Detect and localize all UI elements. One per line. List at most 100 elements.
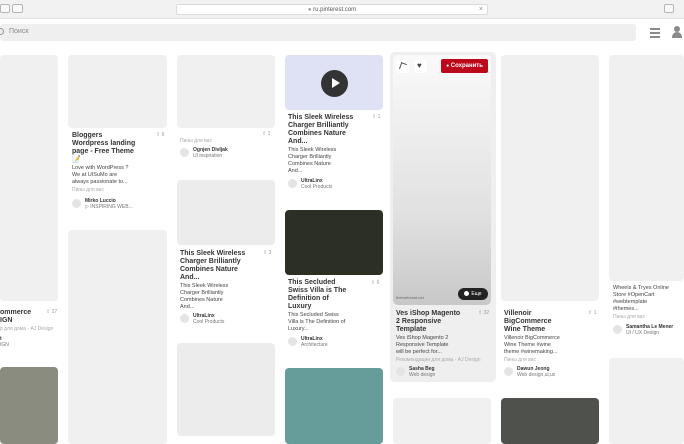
pin-title-line[interactable]: And... — [288, 138, 307, 146]
play-icon[interactable] — [321, 70, 348, 97]
pin-description-line: will be perfect for... — [396, 349, 442, 355]
pin-title-line[interactable]: IGN — [0, 317, 12, 325]
pin-count: ⇧ 6 — [371, 280, 380, 286]
pin-image[interactable] — [393, 398, 491, 444]
pin-title-line[interactable]: Definition of — [288, 295, 329, 303]
pin-description: Love with WordPress ? — [72, 165, 129, 171]
pin-board[interactable]: Web design — [409, 372, 435, 378]
pin-board[interactable]: ▷ INSPIRING WEB... — [85, 204, 133, 210]
pin-board[interactable]: Architecture — [301, 342, 328, 348]
pin-title-line[interactable]: And... — [180, 274, 199, 282]
tabs-icon[interactable] — [664, 4, 674, 13]
avatar[interactable] — [613, 325, 622, 334]
avatar[interactable] — [396, 367, 405, 376]
pin-meta: Пины для вас — [180, 138, 212, 144]
pin-description: Wheels & Tryes Online — [613, 285, 669, 291]
pin-board[interactable]: Web design,ui,ux — [517, 372, 555, 378]
pin-meta: Рекомендации для дома - AJ Design — [396, 357, 481, 363]
avatar[interactable] — [288, 179, 297, 188]
pin-title-line[interactable]: Swiss Villa is The — [288, 287, 346, 295]
pin-description-line: We at UISuMo are — [72, 172, 118, 178]
pin-image[interactable] — [609, 358, 684, 444]
pin-title-line[interactable]: Wine Theme — [504, 326, 545, 334]
avatar[interactable] — [72, 199, 81, 208]
heart-icon[interactable] — [414, 60, 427, 73]
pin-title-line[interactable]: Combines Nature — [180, 266, 238, 274]
search-placeholder: Поиск — [9, 28, 29, 35]
pin-image[interactable] — [393, 55, 491, 305]
pin-description-line: #webtemplate — [613, 299, 648, 305]
pin-description-line: Charger Brilliantly — [288, 154, 332, 160]
pin-board[interactable]: Cool Products — [301, 184, 332, 190]
avatar[interactable] — [504, 367, 513, 376]
pin-description: This Sleek Wireless — [180, 283, 229, 289]
pin-board[interactable]: Cool Products — [193, 319, 224, 325]
pin-title[interactable]: Bloggers — [72, 132, 102, 140]
user-icon[interactable] — [672, 26, 682, 38]
avatar[interactable] — [180, 148, 189, 157]
pin-image[interactable] — [609, 55, 684, 281]
close-icon[interactable]: × — [479, 5, 483, 15]
pin-image[interactable] — [68, 230, 167, 444]
url-text: ru.pinterest.com — [313, 7, 357, 13]
pin-title[interactable]: ommerce — [0, 309, 31, 317]
pin-image[interactable] — [501, 398, 599, 444]
browser-toolbar: ● ru.pinterest.com × — [0, 0, 684, 19]
pin-title-line[interactable]: 2 Responsive — [396, 318, 441, 326]
avatar[interactable] — [288, 337, 297, 346]
search-input[interactable]: Поиск — [0, 24, 636, 41]
pin-description: This Sleek Wireless — [288, 147, 337, 153]
pin-image[interactable] — [0, 367, 58, 444]
save-button[interactable]: ● Сохранить — [441, 59, 488, 73]
save-label: Сохранить — [450, 63, 483, 69]
pin-board[interactable]: UI / UX Design — [626, 330, 659, 336]
pin-title-line[interactable]: Combines Nature — [288, 130, 346, 138]
pin-board[interactable]: UI inspiration — [193, 153, 222, 159]
pin-count: ⇧ 32 — [478, 310, 490, 316]
pin-image[interactable] — [285, 210, 383, 275]
pin-title-line[interactable]: BigCommerce — [504, 318, 551, 326]
pin-description-line: Combines Nature — [288, 161, 331, 167]
pin-title[interactable]: This Sleek Wireless — [288, 114, 353, 122]
visit-icon — [464, 291, 470, 296]
image-watermark: themeforest.net — [396, 295, 424, 300]
pin-description-line: Luxury... — [288, 326, 309, 332]
pin-description: Villenoir BigCommerce — [504, 335, 560, 341]
pin-description-line: And... — [288, 168, 303, 174]
pin-image[interactable] — [285, 368, 383, 444]
pin-title-line[interactable]: Template — [396, 326, 426, 334]
pin-description-line: Responsive Template — [396, 342, 449, 348]
sidebar-toggle-icon[interactable] — [12, 4, 23, 13]
pin-image[interactable] — [501, 55, 599, 301]
pin-title-line[interactable]: Charger Brilliantly — [180, 258, 241, 266]
visit-button[interactable]: Еще — [458, 288, 488, 300]
pin-image[interactable] — [68, 55, 167, 128]
pin-title[interactable]: This Sleek Wireless — [180, 250, 245, 258]
pin-count: ⇧ 1 — [262, 131, 271, 137]
menu-icon[interactable] — [650, 28, 660, 40]
address-bar[interactable]: ● ru.pinterest.com × — [176, 4, 488, 15]
pin-description-line: theme #winemaking... — [504, 349, 558, 355]
pin-image[interactable] — [177, 55, 275, 128]
pin-image[interactable] — [177, 180, 275, 245]
pin-title-line[interactable]: Charger Brilliantly — [288, 122, 349, 130]
pin-title-line[interactable]: Luxury — [288, 303, 311, 311]
pin-image[interactable] — [177, 343, 275, 436]
back-icon[interactable] — [0, 4, 10, 13]
pin-title[interactable]: This Secluded — [288, 279, 335, 287]
pin-board[interactable]: IGN — [0, 342, 9, 348]
pin-description-line: And... — [180, 304, 195, 310]
pin-image[interactable] — [0, 55, 58, 301]
pin-description: This Secluded Swiss — [288, 312, 339, 318]
pin-title[interactable]: Villenoir — [504, 310, 532, 318]
pin-title-line[interactable]: page - Free Theme — [72, 148, 134, 156]
share-icon[interactable] — [396, 60, 409, 73]
pin-title[interactable]: Ves iShop Magento — [396, 310, 460, 318]
pin-title-line[interactable]: Wordpress landing — [72, 140, 135, 148]
pin-count: ⇧ 17 — [46, 309, 58, 315]
pin-count: ⇧ 6 — [156, 132, 165, 138]
pin-description-line: Store #OpenCart — [613, 292, 655, 298]
pin-count: ⇧ 1 — [588, 310, 597, 316]
avatar[interactable] — [180, 314, 189, 323]
pin-count: ⇧ 1 — [372, 114, 381, 120]
